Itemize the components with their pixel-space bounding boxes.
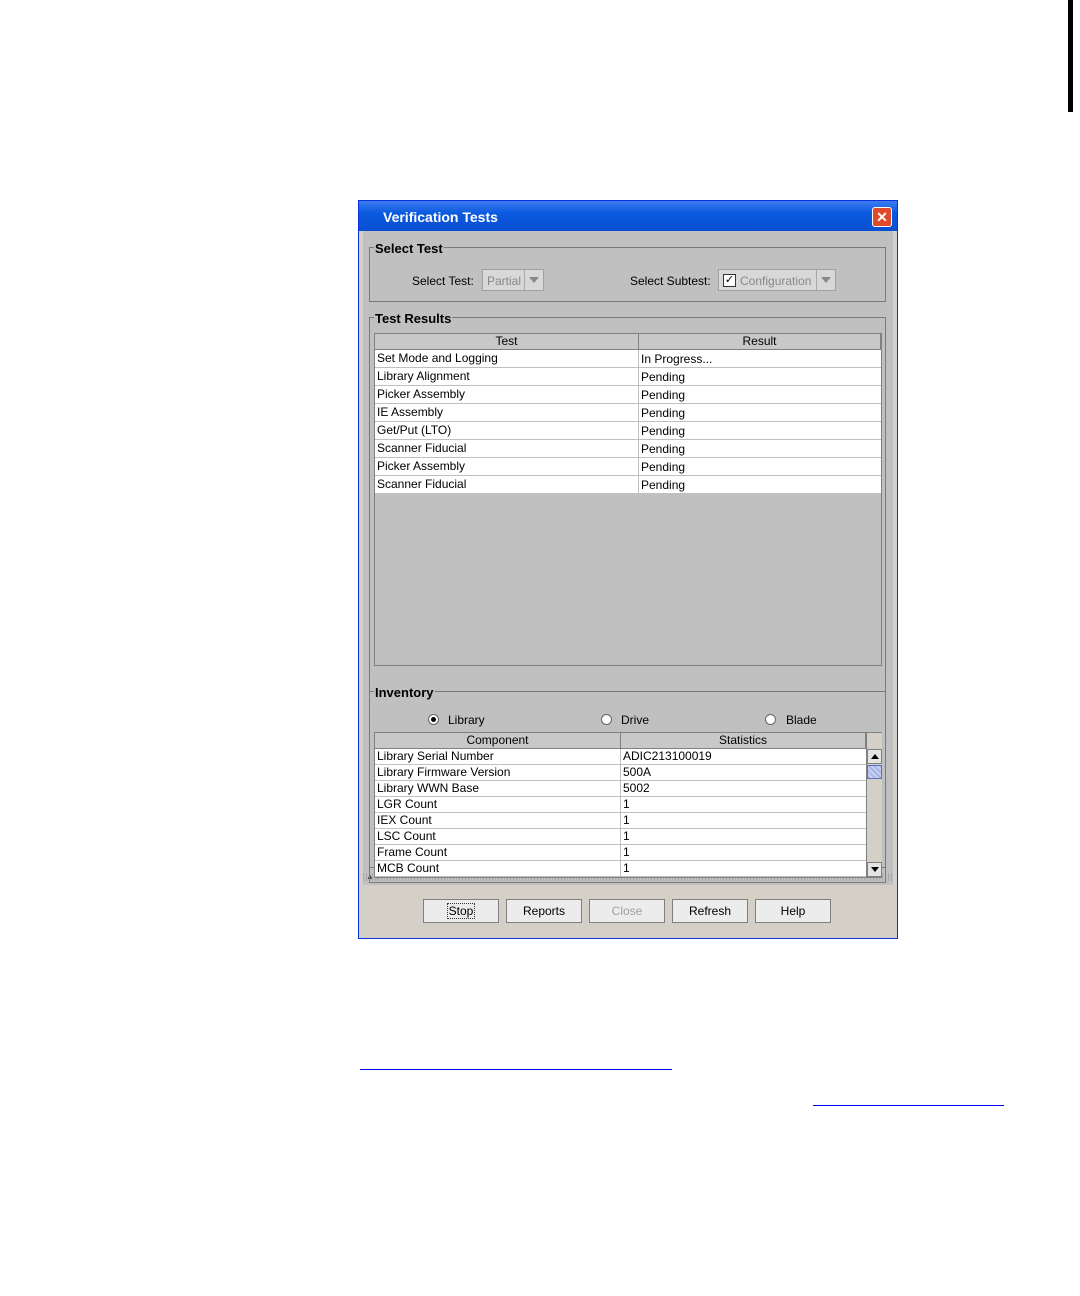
table-row[interactable]: Picker Assembly Pending xyxy=(375,386,881,404)
test-result-cell: In Progress... xyxy=(641,352,713,366)
statistics-cell: 1 xyxy=(623,829,630,843)
close-icon: ✕ xyxy=(876,209,888,225)
radio-drive-icon[interactable] xyxy=(601,714,612,725)
test-result-cell: Pending xyxy=(641,460,686,474)
chevron-down-icon[interactable] xyxy=(816,270,835,290)
table-row[interactable]: Set Mode and Logging In Progress... xyxy=(375,350,881,368)
component-cell: Library Serial Number xyxy=(375,749,621,764)
table-row[interactable]: MCB Count 1 xyxy=(375,861,866,877)
component-cell: Library Firmware Version xyxy=(375,765,621,780)
inventory-scrollbar[interactable] xyxy=(866,733,882,877)
window-title: Verification Tests xyxy=(383,209,498,225)
select-test-value: Partial xyxy=(487,274,522,288)
test-name-cell: Picker Assembly xyxy=(375,386,639,403)
table-row[interactable]: Library WWN Base 5002 xyxy=(375,781,866,797)
component-cell: MCB Count xyxy=(375,861,621,876)
component-cell: Library WWN Base xyxy=(375,781,621,796)
reports-button[interactable]: Reports xyxy=(506,899,582,923)
select-test-label: Select Test: xyxy=(412,274,474,288)
link-underline[interactable] xyxy=(813,1105,1004,1106)
radio-label-library[interactable]: Library xyxy=(448,713,485,727)
stop-button[interactable]: Stop xyxy=(423,899,499,923)
component-cell: LGR Count xyxy=(375,797,621,812)
statistics-cell: ADIC213100019 xyxy=(623,749,712,763)
test-name-cell: Picker Assembly xyxy=(375,458,639,475)
test-name-cell: Set Mode and Logging xyxy=(375,350,639,367)
help-button[interactable]: Help xyxy=(755,899,831,923)
statistics-cell: 1 xyxy=(623,797,630,811)
test-name-cell: IE Assembly xyxy=(375,404,639,421)
component-cell: IEX Count xyxy=(375,813,621,828)
table-header: Test Result xyxy=(375,334,881,350)
select-test-legend: Select Test xyxy=(374,241,444,256)
radio-label-drive[interactable]: Drive xyxy=(621,713,649,727)
test-name-cell: Get/Put (LTO) xyxy=(375,422,639,439)
table-row[interactable]: LSC Count 1 xyxy=(375,829,866,845)
test-result-cell: Pending xyxy=(641,370,686,384)
test-results-legend: Test Results xyxy=(374,311,453,326)
refresh-button[interactable]: Refresh xyxy=(672,899,748,923)
radio-blade-icon[interactable] xyxy=(765,714,776,725)
verification-tests-dialog: Verification Tests ✕ Select Test Select … xyxy=(358,200,898,939)
select-subtest-value: Configuration xyxy=(740,274,812,288)
table-row[interactable]: Library Serial Number ADIC213100019 xyxy=(375,749,866,765)
checkbox-checked-icon[interactable]: ✓ xyxy=(723,274,736,287)
test-results-table: Test Result Set Mode and Logging In Progr… xyxy=(374,333,882,666)
table-row[interactable]: Scanner Fiducial Pending xyxy=(375,476,881,494)
table-row[interactable]: IEX Count 1 xyxy=(375,813,866,829)
close-window-button[interactable]: ✕ xyxy=(872,207,892,227)
select-subtest-label: Select Subtest: xyxy=(630,274,711,288)
select-test-group: Select Test Select Test: Partial Select … xyxy=(369,241,886,302)
inventory-table: Component Statistics Library Serial Numb… xyxy=(374,732,882,878)
inventory-legend: Inventory xyxy=(374,685,435,700)
test-result-cell: Pending xyxy=(641,406,686,420)
title-bar[interactable]: Verification Tests ✕ xyxy=(359,201,897,231)
inventory-group: Inventory Library Drive Blade Component St… xyxy=(369,685,886,883)
test-name-cell: Library Alignment xyxy=(375,368,639,385)
test-name-cell: Scanner Fiducial xyxy=(375,476,639,493)
column-header-statistics[interactable]: Statistics xyxy=(621,733,866,748)
test-result-cell: Pending xyxy=(641,442,686,456)
statistics-cell: 1 xyxy=(623,813,630,827)
table-row[interactable]: Scanner Fiducial Pending xyxy=(375,440,881,458)
button-bar: Stop Reports Close Refresh Help xyxy=(363,885,893,935)
statistics-cell: 1 xyxy=(623,861,630,875)
scroll-down-icon[interactable] xyxy=(867,862,882,877)
table-row[interactable]: Picker Assembly Pending xyxy=(375,458,881,476)
statistics-cell: 500A xyxy=(623,765,652,779)
close-button[interactable]: Close xyxy=(589,899,665,923)
table-header: Component Statistics xyxy=(375,733,866,749)
table-row[interactable]: IE Assembly Pending xyxy=(375,404,881,422)
scroll-thumb[interactable] xyxy=(867,765,882,779)
table-row[interactable]: Library Alignment Pending xyxy=(375,368,881,386)
test-result-cell: Pending xyxy=(641,478,686,492)
column-header-result[interactable]: Result xyxy=(639,334,881,349)
scroll-up-icon[interactable] xyxy=(867,749,882,764)
page-edge-bar xyxy=(1068,0,1073,112)
select-subtest-combo[interactable]: ✓ Configuration xyxy=(718,269,836,291)
column-header-test[interactable]: Test xyxy=(375,334,639,349)
column-header-component[interactable]: Component xyxy=(375,733,621,748)
statistics-cell: 5002 xyxy=(623,781,650,795)
radio-library-icon[interactable] xyxy=(428,714,439,725)
chevron-down-icon[interactable] xyxy=(524,270,543,290)
test-result-cell: Pending xyxy=(641,388,686,402)
test-name-cell: Scanner Fiducial xyxy=(375,440,639,457)
radio-label-blade[interactable]: Blade xyxy=(786,713,817,727)
table-row[interactable]: LGR Count 1 xyxy=(375,797,866,813)
table-row[interactable]: Frame Count 1 xyxy=(375,845,866,861)
statistics-cell: 1 xyxy=(623,845,630,859)
table-row[interactable]: Library Firmware Version 500A xyxy=(375,765,866,781)
component-cell: Frame Count xyxy=(375,845,621,860)
test-result-cell: Pending xyxy=(641,424,686,438)
link-underline[interactable] xyxy=(360,1069,672,1070)
component-cell: LSC Count xyxy=(375,829,621,844)
table-row[interactable]: Get/Put (LTO) Pending xyxy=(375,422,881,440)
select-test-combo[interactable]: Partial xyxy=(482,269,544,291)
stop-button-label: Stop xyxy=(446,903,476,919)
